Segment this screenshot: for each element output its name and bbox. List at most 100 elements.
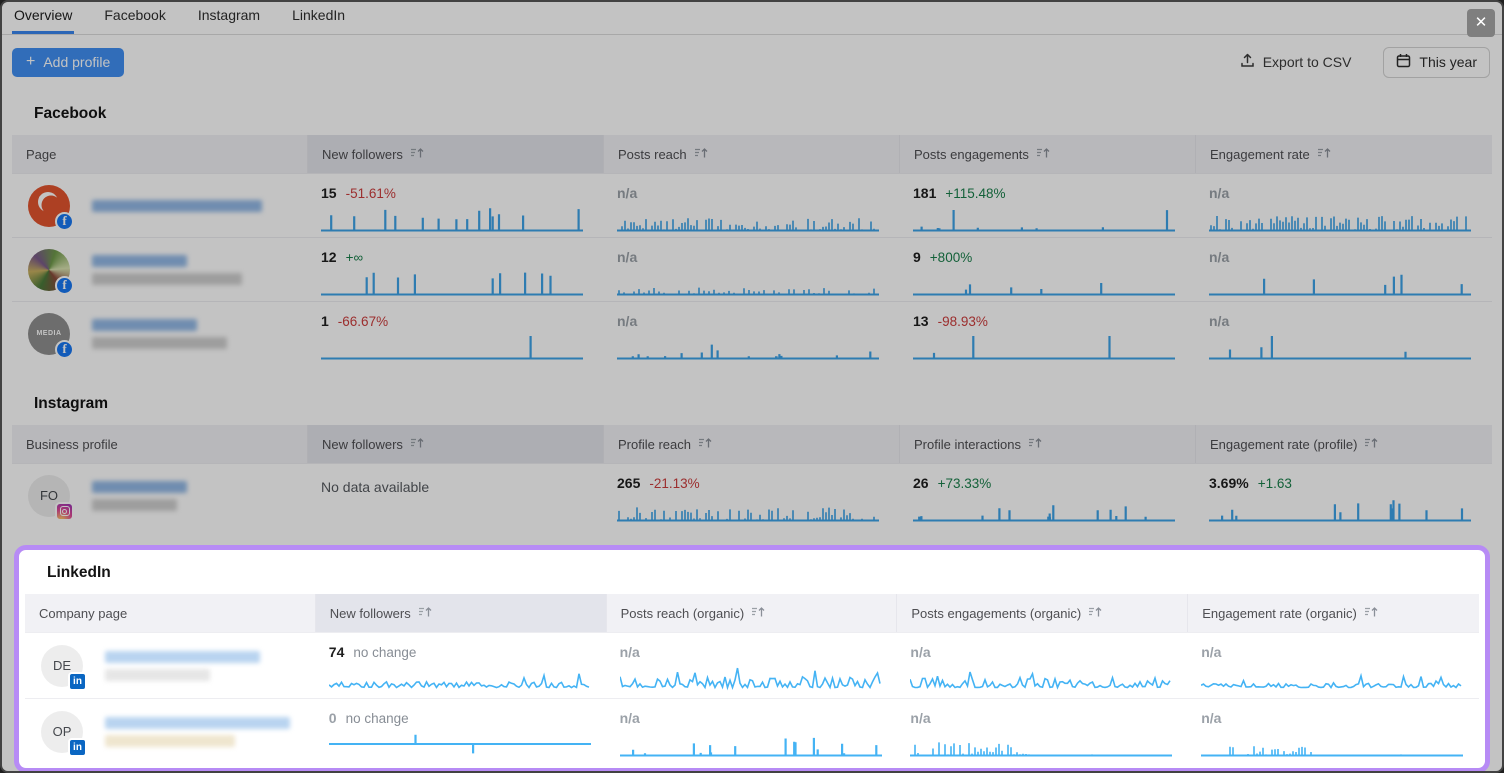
- social-tracker-window: Overview Facebook Instagram LinkedIn ✕ + Ad…: [0, 0, 1504, 773]
- redacted-profile-name: [105, 651, 260, 663]
- sort-icon: [1036, 147, 1051, 162]
- sort-icon: [1028, 437, 1043, 452]
- metric-value: n/a: [1209, 185, 1229, 201]
- metric-cell-posts-engagements: 9+800%: [900, 238, 1196, 301]
- profile-row: f12+∞n/a9+800%n/a: [12, 237, 1492, 301]
- facebook-badge-icon: f: [55, 340, 74, 359]
- metric-change: no change: [346, 711, 409, 726]
- metric-cell-profile-reach: 265-21.13%: [604, 464, 900, 527]
- sparkline-chart: [620, 665, 882, 691]
- column-label: New followers: [322, 147, 403, 162]
- column-header-posts-engagements[interactable]: Posts engagements: [900, 135, 1196, 173]
- profile-row: FONo data available265-21.13%26+73.33%3.…: [12, 463, 1492, 527]
- tab-instagram[interactable]: Instagram: [196, 0, 262, 34]
- metric-value: 74: [329, 644, 345, 660]
- metric-change: +73.33%: [938, 476, 992, 491]
- column-header-engagement-rate-organic[interactable]: Engagement rate (organic): [1188, 594, 1479, 632]
- metric-change: +800%: [930, 250, 972, 265]
- redacted-profile-name: [92, 273, 242, 285]
- metric-change: +115.48%: [945, 186, 1005, 201]
- redacted-profile-name: [92, 337, 227, 349]
- column-header-engagement-rate-profile[interactable]: Engagement rate (profile): [1196, 425, 1492, 463]
- sparkline-chart: [910, 665, 1172, 691]
- column-header-posts-reach-organic[interactable]: Posts reach (organic): [607, 594, 898, 632]
- section-facebook: Facebook Page New followers Posts reach Post…: [12, 93, 1492, 365]
- redacted-profile-name: [92, 200, 262, 212]
- instagram-badge-icon: [55, 502, 74, 521]
- metric-value: n/a: [1201, 644, 1221, 660]
- column-label: Posts engagements (organic): [911, 606, 1081, 621]
- profile-cell[interactable]: DEin: [25, 633, 316, 698]
- metric-cell-profile-interactions: 26+73.33%: [900, 464, 1196, 527]
- close-button[interactable]: ✕: [1467, 9, 1495, 37]
- metric-value: n/a: [617, 185, 637, 201]
- sparkline-chart: [329, 665, 591, 691]
- sparkline-chart: [321, 334, 583, 360]
- sparkline-chart: [617, 496, 879, 522]
- metric-cell-new-followers: 15-51.61%: [308, 174, 604, 237]
- period-selector-button[interactable]: This year: [1383, 47, 1490, 78]
- metric-cell-posts-reach: n/a: [604, 302, 900, 365]
- toolbar: + Add profile Export to CSV This year: [12, 47, 1490, 77]
- metric-value: 181: [913, 185, 936, 201]
- export-csv-button[interactable]: Export to CSV: [1234, 52, 1358, 72]
- metric-value: 0: [329, 710, 337, 726]
- column-label: New followers: [330, 606, 411, 621]
- metric-value: n/a: [1201, 710, 1221, 726]
- profile-avatar: FO: [28, 475, 70, 517]
- sort-icon: [1317, 147, 1332, 162]
- profile-cell[interactable]: OPin: [25, 699, 316, 764]
- column-header-posts-reach[interactable]: Posts reach: [604, 135, 900, 173]
- column-header-business-profile: Business profile: [12, 425, 308, 463]
- sort-icon: [698, 437, 713, 452]
- tab-facebook[interactable]: Facebook: [102, 0, 167, 34]
- column-header-profile-reach[interactable]: Profile reach: [604, 425, 900, 463]
- column-label: Engagement rate: [1210, 147, 1310, 162]
- metric-cell-engagement-rate-organic: n/a: [1188, 633, 1479, 698]
- column-header-profile-interactions[interactable]: Profile interactions: [900, 425, 1196, 463]
- column-header-company-page: Company page: [25, 594, 316, 632]
- metric-value: 15: [321, 185, 337, 201]
- sparkline-chart: [617, 334, 879, 360]
- sparkline-chart: [913, 496, 1175, 522]
- facebook-badge-icon: f: [55, 212, 74, 231]
- column-label: Posts reach: [618, 147, 687, 162]
- sparkline-chart: [913, 334, 1175, 360]
- redacted-profile-name: [105, 669, 210, 681]
- tab-bar: Overview Facebook Instagram LinkedIn: [2, 2, 1502, 35]
- tab-overview[interactable]: Overview: [12, 0, 74, 34]
- profile-cell[interactable]: f: [12, 174, 308, 237]
- metric-value: n/a: [620, 644, 640, 660]
- metric-cell-engagement-rate: n/a: [1196, 174, 1492, 237]
- metric-value: n/a: [1209, 313, 1229, 329]
- tab-linkedin[interactable]: LinkedIn: [290, 0, 347, 34]
- sparkline-chart: [321, 206, 583, 232]
- column-header-new-followers[interactable]: New followers: [308, 425, 604, 463]
- profile-cell[interactable]: FO: [12, 464, 308, 527]
- metric-cell-posts-reach-organic: n/a: [607, 633, 898, 698]
- avatar-logo-text: MEDIA: [36, 329, 61, 338]
- profile-cell[interactable]: f: [12, 238, 308, 301]
- export-label: Export to CSV: [1263, 54, 1352, 70]
- profile-avatar: f: [28, 249, 70, 291]
- profile-avatar: MEDIAf: [28, 313, 70, 355]
- profile-avatar: OPin: [41, 711, 83, 753]
- column-label: Page: [26, 147, 56, 162]
- section-linkedin: LinkedInCompany pageNew followersPosts r…: [25, 552, 1479, 764]
- column-header-new-followers[interactable]: New followers: [308, 135, 604, 173]
- sparkline-chart: [617, 206, 879, 232]
- avatar-initials: FO: [40, 488, 58, 503]
- sparkline-chart: [913, 206, 1175, 232]
- metric-value: n/a: [620, 710, 640, 726]
- column-header-engagement-rate[interactable]: Engagement rate: [1196, 135, 1492, 173]
- section-title-facebook: Facebook: [12, 93, 1492, 135]
- metric-cell-engagement-rate-organic: n/a: [1188, 699, 1479, 764]
- calendar-icon: [1396, 53, 1411, 71]
- profile-row: MEDIAf1-66.67%n/a13-98.93%n/a: [12, 301, 1492, 365]
- profile-cell[interactable]: MEDIA f: [12, 302, 308, 365]
- facebook-badge-icon: f: [55, 276, 74, 295]
- add-profile-button[interactable]: + Add profile: [12, 48, 124, 77]
- column-header-new-followers[interactable]: New followers: [316, 594, 607, 632]
- sparkline-chart: [1209, 206, 1471, 232]
- column-header-posts-engagements-organic[interactable]: Posts engagements (organic): [897, 594, 1188, 632]
